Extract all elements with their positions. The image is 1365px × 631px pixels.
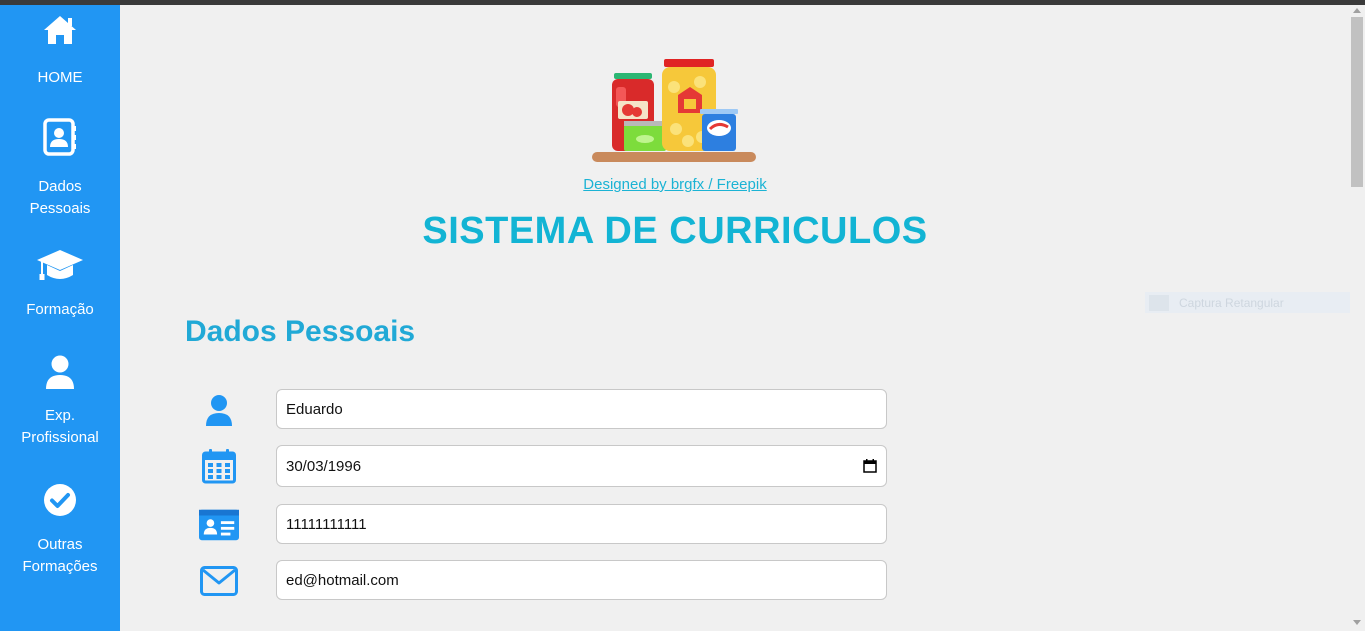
document-input[interactable]: 11111111111 [276, 504, 887, 544]
sidebar-item-outras-formacoes[interactable]: Outras Formações [0, 483, 120, 578]
check-circle-icon [44, 484, 76, 516]
user-icon [199, 389, 239, 431]
main-content: Designed by brgfx / Freepik SISTEMA DE C… [120, 5, 1350, 631]
birthdate-row: 30/03/1996 [185, 445, 955, 487]
capture-overlay-label: Captura Retangular [1179, 295, 1284, 310]
graduation-cap-icon [37, 250, 83, 280]
birthdate-input[interactable]: 30/03/1996 [276, 445, 887, 487]
sidebar-item-exp-profissional[interactable]: Exp. Profissional [0, 354, 120, 449]
image-credit-link[interactable]: Designed by brgfx / Freepik [583, 176, 767, 193]
sidebar-item-label: Exp. Profissional [21, 407, 99, 446]
scroll-up-icon[interactable] [1353, 8, 1361, 13]
calendar-icon [199, 445, 239, 487]
sidebar-item-dados-pessoais[interactable]: Dados Pessoais [0, 118, 120, 220]
page-title: SISTEMA DE CURRICULOS [422, 210, 928, 252]
sidebar-item-label: Dados Pessoais [29, 178, 91, 217]
envelope-icon [199, 560, 239, 602]
capture-icon [1149, 294, 1169, 311]
section-title: Dados Pessoais [185, 315, 416, 348]
sidebar-item-label: Outras Formações [22, 536, 98, 575]
date-picker-icon[interactable] [863, 459, 877, 473]
sidebar-item-label: HOME [37, 69, 83, 86]
address-book-icon [43, 118, 76, 156]
sidebar-item-formacao[interactable]: Formação [0, 248, 120, 321]
scrollbar-thumb[interactable] [1351, 17, 1363, 187]
id-card-icon [199, 504, 239, 546]
birthdate-value: 30/03/1996 [286, 457, 362, 475]
sidebar-item-label: Formação [26, 301, 94, 318]
user-icon [46, 355, 74, 389]
home-icon [44, 16, 76, 44]
sidebar: HOME Dados Pessoais Formação Exp. Profis… [0, 5, 120, 631]
sidebar-item-home[interactable]: HOME [0, 14, 120, 89]
name-input[interactable]: Eduardo [276, 389, 887, 429]
pantry-illustration [592, 57, 757, 169]
email-row: ed@hotmail.com [185, 560, 955, 602]
scroll-down-icon[interactable] [1353, 620, 1361, 625]
email-input[interactable]: ed@hotmail.com [276, 560, 887, 600]
capture-overlay: Captura Retangular [1145, 292, 1360, 313]
document-row: 11111111111 [185, 504, 955, 546]
name-row: Eduardo [185, 389, 955, 431]
